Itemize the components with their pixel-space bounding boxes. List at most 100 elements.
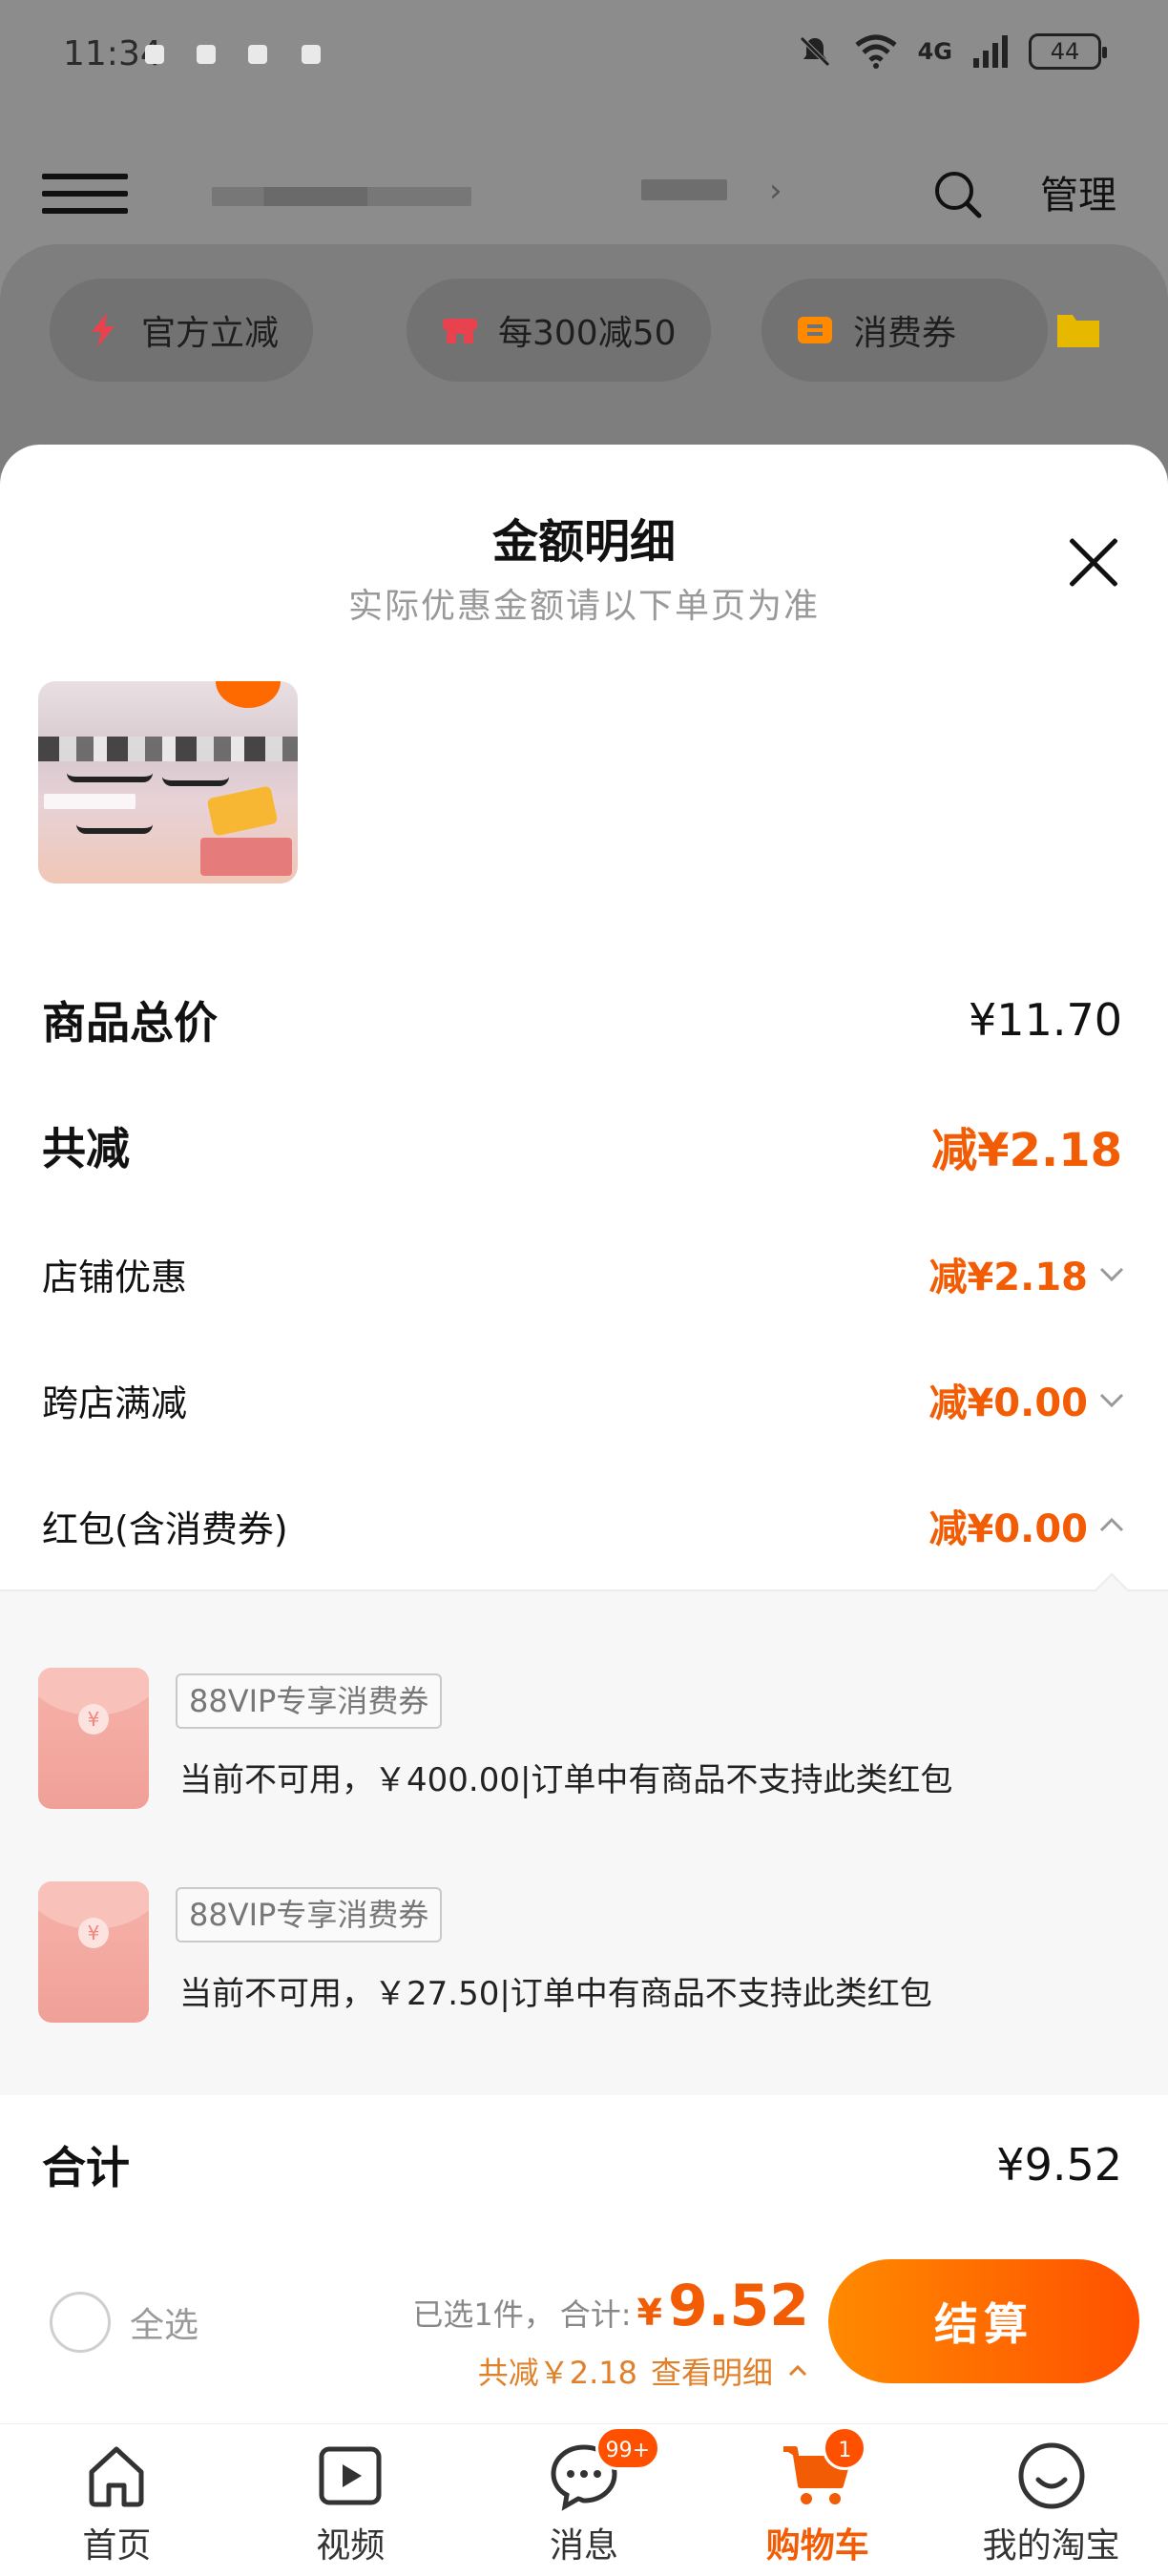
subtotal-value: ¥11.70 — [969, 994, 1122, 1046]
shop-icon — [443, 319, 477, 343]
tab-cart[interactable]: 购物车 1 — [700, 2424, 934, 2576]
lash-graphic — [76, 824, 153, 834]
shop-discount-value-wrap: 减¥2.18 — [928, 1246, 1126, 1301]
selected-count: 已选1件， — [412, 2296, 554, 2333]
discount-text: 共减￥2.18 — [477, 2355, 637, 2391]
status-bar: 11:34 4G 44 — [0, 0, 1168, 114]
notification-icon — [302, 45, 321, 64]
row-cross-shop[interactable]: 跨店满减 减¥0.00 — [42, 1372, 1126, 1427]
coupon-item: ¥ 88VIP专享消费券 当前不可用，￥400.00|订单中有商品不支持此类红包 — [38, 1668, 1126, 1811]
cross-shop-value: 减¥0.00 — [928, 1381, 1088, 1425]
row-shop-discount[interactable]: 店铺优惠 减¥2.18 — [42, 1246, 1126, 1301]
tab-profile[interactable]: 我的淘宝 — [934, 2424, 1168, 2576]
folder-icon[interactable] — [1053, 305, 1103, 355]
cart-badge: 1 — [823, 2426, 867, 2470]
promo-chip-label: 官方立减 — [141, 314, 280, 353]
total-discount-label: 共减 — [42, 1123, 130, 1174]
lash-graphic — [67, 773, 153, 782]
coupon-tag: 88VIP专享消费券 — [176, 1887, 443, 1942]
chevron-down-icon[interactable] — [1097, 1385, 1126, 1414]
promo-chip-300-50[interactable]: 每300减50 — [407, 279, 711, 382]
row-subtotal: 商品总价 ¥11.70 — [42, 988, 1126, 1051]
notification-icon — [248, 45, 267, 64]
chevron-up-icon[interactable] — [786, 2359, 809, 2382]
total-label: 合计 — [42, 2142, 130, 2193]
chevron-up-icon[interactable] — [1097, 1511, 1126, 1540]
message-badge: 99+ — [594, 2426, 661, 2470]
video-icon — [319, 2446, 382, 2505]
redacted-address — [212, 187, 471, 206]
chevron-down-icon[interactable] — [1097, 1259, 1126, 1288]
menu-icon[interactable] — [42, 174, 128, 216]
tab-messages[interactable]: 消息 99+ — [468, 2424, 701, 2576]
yen-seal-icon: ¥ — [78, 1918, 109, 1948]
cross-shop-label: 跨店满减 — [42, 1381, 188, 1424]
sheet-subtitle: 实际优惠金额请以下单页为准 — [347, 587, 820, 626]
shop-discount-label: 店铺优惠 — [42, 1256, 188, 1298]
red-envelope-icon: ¥ — [38, 1668, 149, 1809]
sum-value: 9.52 — [667, 2273, 809, 2339]
close-button[interactable] — [1065, 534, 1122, 592]
signal-icon — [973, 35, 1008, 68]
tab-home[interactable]: 首页 — [0, 2424, 234, 2576]
select-all-label[interactable]: 全选 — [130, 2297, 198, 2347]
promo-strip: 官方立减 每300减50 消费券 — [0, 244, 1168, 473]
mute-bell-icon — [799, 36, 830, 67]
ticket-icon — [798, 317, 832, 343]
product-tag — [44, 794, 136, 809]
search-icon[interactable] — [931, 168, 985, 221]
tab-video[interactable]: 视频 — [234, 2424, 468, 2576]
coupon-desc: 当前不可用，￥400.00|订单中有商品不支持此类红包 — [179, 1761, 953, 1799]
yen-seal-icon: ¥ — [78, 1704, 109, 1735]
selected-summary: 已选1件， 合计: ¥ 9.52 — [412, 2273, 809, 2339]
view-detail-link[interactable]: 查看明细 — [651, 2349, 773, 2393]
total-value: ¥9.52 — [996, 2139, 1122, 2191]
promo-chip-official[interactable]: 官方立减 — [50, 279, 314, 382]
discount-summary[interactable]: 共减￥2.18 查看明细 — [478, 2349, 809, 2393]
coupon-item: ¥ 88VIP专享消费券 当前不可用，￥27.50|订单中有商品不支持此类红包 — [38, 1881, 1126, 2025]
network-type: 4G — [917, 38, 952, 65]
sum-currency: ¥ — [636, 2292, 662, 2334]
row-red-packet[interactable]: 红包(含消费券) 减¥0.00 — [42, 1498, 1126, 1553]
manage-button[interactable]: 管理 — [1040, 164, 1116, 219]
home-icon — [89, 2446, 144, 2507]
promo-chip-label: 每300减50 — [498, 314, 677, 353]
coupon-tag: 88VIP专享消费券 — [176, 1673, 443, 1729]
redacted-eyes — [38, 737, 298, 761]
checkout-button[interactable]: 结算 — [828, 2259, 1139, 2383]
checkout-bar: 全选 已选1件， 合计: ¥ 9.52 共减￥2.18 查看明细 结算 — [0, 2252, 1168, 2423]
product-badge — [216, 681, 281, 708]
tab-label: 购物车 — [765, 2526, 869, 2566]
bottom-tab-bar: 首页 视频 消息 99+ 购物车 1 我的淘宝 — [0, 2423, 1168, 2576]
chevron-right-icon: › — [769, 172, 782, 210]
product-sticker — [206, 785, 279, 837]
shop-discount-value: 减¥2.18 — [928, 1256, 1088, 1299]
cross-shop-value-wrap: 减¥0.00 — [928, 1372, 1126, 1427]
tab-label: 消息 — [549, 2526, 618, 2566]
notification-icon — [197, 45, 216, 64]
battery-level: 44 — [1050, 38, 1080, 65]
wifi-icon — [855, 34, 897, 69]
sheet-title: 金额明细 — [491, 515, 676, 569]
red-envelope-icon: ¥ — [38, 1881, 149, 2023]
top-bar: › 管理 — [0, 153, 1168, 239]
sum-label: 合计: — [559, 2296, 632, 2333]
select-all-checkbox[interactable] — [50, 2292, 111, 2353]
promo-chip-coupon[interactable]: 消费券 — [761, 279, 1048, 382]
product-thumbnail[interactable] — [38, 681, 298, 883]
row-total: 合计 ¥9.52 — [42, 2133, 1126, 2196]
promo-chip-label: 消费券 — [853, 314, 957, 353]
red-packet-value: 减¥0.00 — [928, 1507, 1088, 1551]
red-packet-value-wrap: 减¥0.00 — [928, 1498, 1126, 1553]
amount-detail-sheet: 金额明细 实际优惠金额请以下单页为准 商品总价 ¥11.70 共减 减¥2.18… — [0, 445, 1168, 2429]
lightning-icon — [92, 313, 115, 347]
lash-graphic — [162, 777, 229, 786]
coupon-list: ¥ 88VIP专享消费券 当前不可用，￥400.00|订单中有商品不支持此类红包… — [0, 1589, 1168, 2095]
product-sticker — [200, 838, 292, 876]
profile-icon — [1018, 2442, 1085, 2509]
background-app: 11:34 4G 44 › 管理 官方立减 每300减50 消费券 — [0, 0, 1168, 473]
row-total-discount: 共减 减¥2.18 — [42, 1112, 1126, 1179]
tab-label: 视频 — [316, 2526, 386, 2566]
subtotal-label: 商品总价 — [42, 997, 218, 1049]
coupon-desc: 当前不可用，￥27.50|订单中有商品不支持此类红包 — [179, 1975, 932, 2013]
